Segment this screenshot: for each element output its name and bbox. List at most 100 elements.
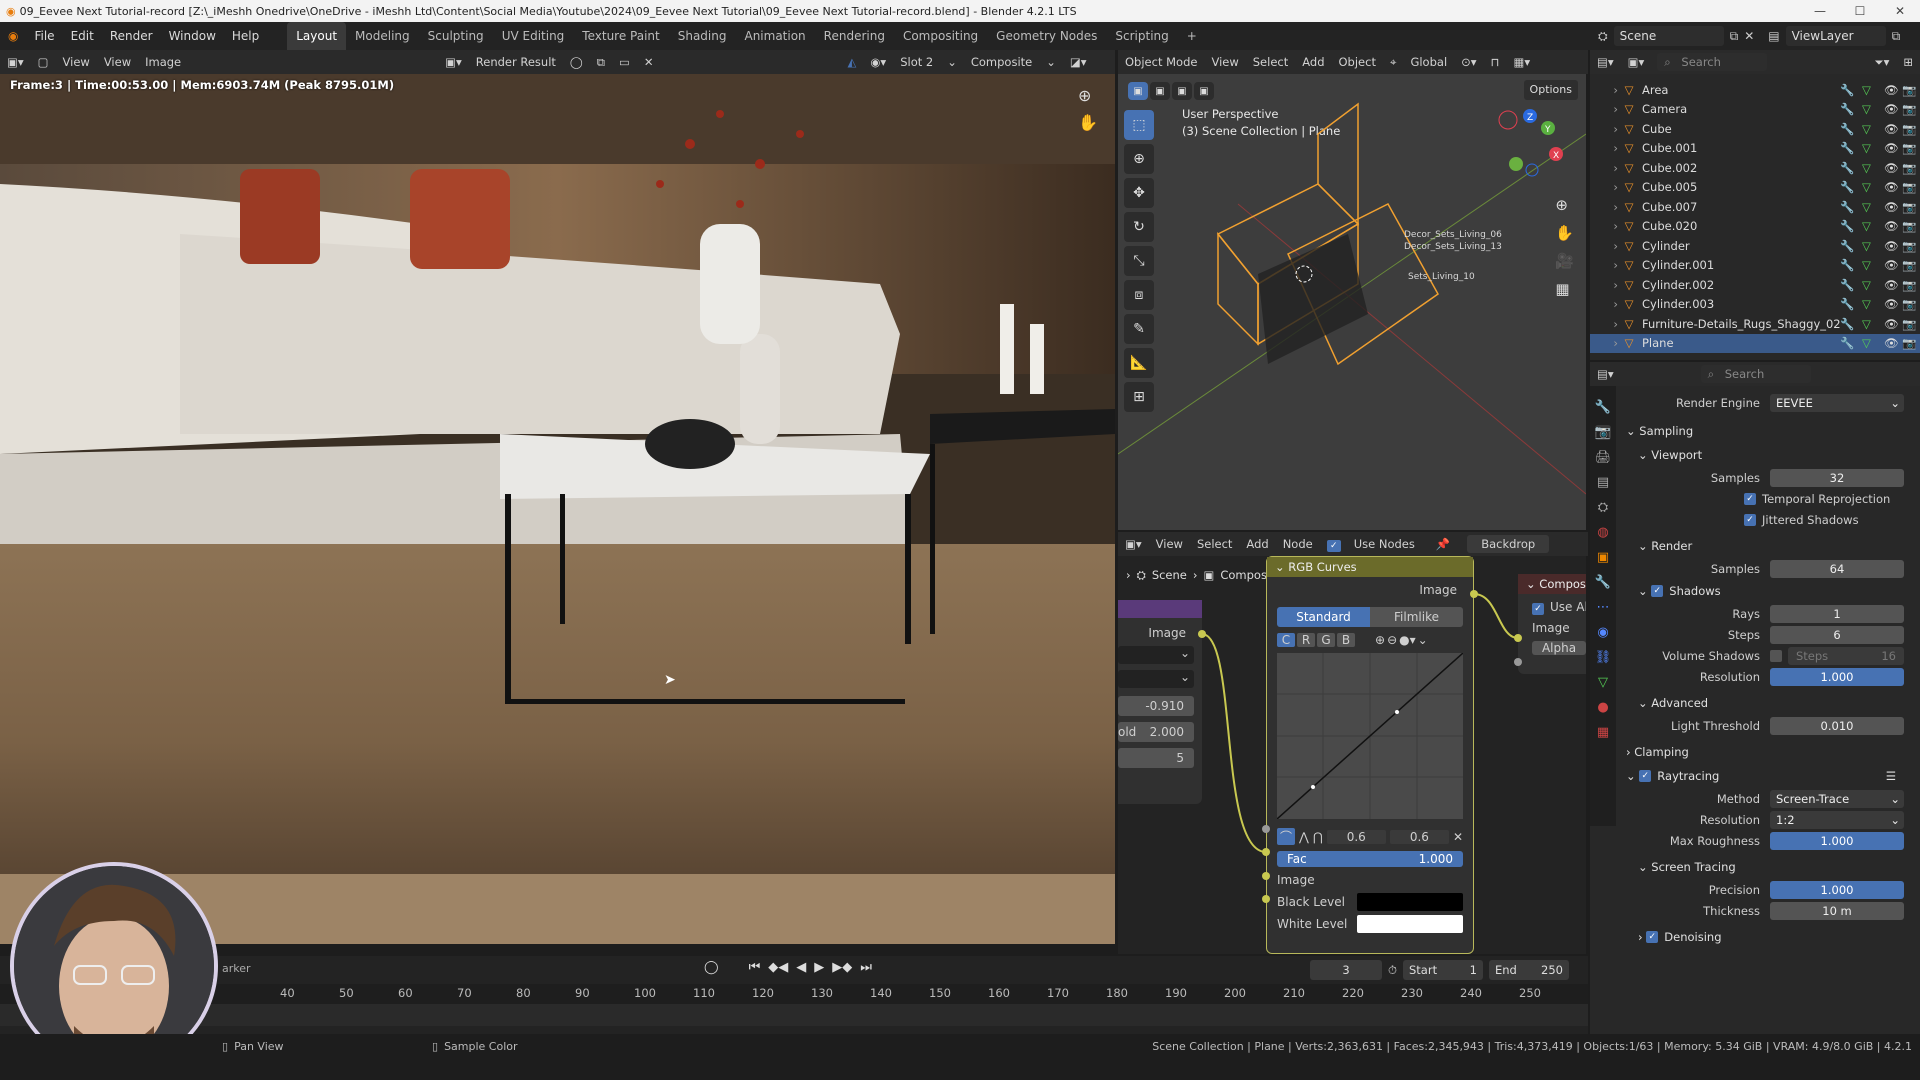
- minimize-icon[interactable]: —: [1800, 0, 1840, 22]
- camera-render-icon[interactable]: 📷: [1902, 141, 1920, 155]
- tab-animation[interactable]: Animation: [735, 22, 814, 50]
- uv-icon[interactable]: ◭: [841, 55, 864, 69]
- blender-menu-icon[interactable]: ◉: [0, 22, 26, 50]
- filter-icon[interactable]: ⏷▾: [1867, 55, 1896, 70]
- current-frame-field[interactable]: 3: [1310, 960, 1382, 980]
- tab-layout[interactable]: Layout: [287, 22, 347, 50]
- eye-icon[interactable]: 👁: [1884, 219, 1902, 233]
- camera-render-icon[interactable]: 📷: [1902, 161, 1920, 175]
- viewport-samples-field[interactable]: 32: [1770, 468, 1904, 487]
- next-keyframe-icon[interactable]: ▶◆: [832, 960, 852, 975]
- output-tab-icon[interactable]: 🖨: [1595, 450, 1612, 465]
- eye-icon[interactable]: 👁: [1884, 258, 1902, 272]
- temporal-reprojection-checkbox[interactable]: ✓ Temporal Reprojection: [1616, 488, 1920, 509]
- timeline-editor[interactable]: arker ◯ ⏮ ◆◀ ◀ ▶ ▶◆ ⏭ 3 ⏱ Start 1 End 250 …: [0, 956, 1588, 1034]
- rt-resolution-dropdown[interactable]: 1:2 ⌄: [1770, 810, 1904, 829]
- node-menu-add[interactable]: Add: [1239, 537, 1275, 551]
- chevron-right-icon[interactable]: ›: [1590, 258, 1618, 272]
- play-reverse-icon[interactable]: ◀: [796, 960, 806, 975]
- physics-tab-icon[interactable]: ◉: [1597, 625, 1608, 640]
- viewlayer-new-icon[interactable]: ⧉: [1892, 29, 1901, 44]
- tab-scripting[interactable]: Scripting: [1106, 22, 1177, 50]
- snap-icon[interactable]: ⊓: [1484, 55, 1507, 69]
- image-browse-icon[interactable]: ▣▾: [438, 55, 469, 69]
- outliner-item[interactable]: › ▽ Cube.020 🔧 ▽ 👁 📷: [1590, 217, 1920, 237]
- menu-help[interactable]: Help: [224, 22, 267, 50]
- chevron-right-icon[interactable]: ›: [1590, 200, 1618, 214]
- grid-icon[interactable]: ▦▾: [1507, 55, 1538, 69]
- add-workspace-icon[interactable]: +: [1178, 22, 1206, 50]
- tab-shading[interactable]: Shading: [669, 22, 736, 50]
- overlay-icon[interactable]: ◉▾: [863, 55, 893, 69]
- tab-modeling[interactable]: Modeling: [346, 22, 419, 50]
- chevron-right-icon[interactable]: ›: [1590, 278, 1618, 292]
- jittered-shadows-checkbox[interactable]: ✓ Jittered Shadows: [1616, 509, 1920, 530]
- camera-render-icon[interactable]: 📷: [1902, 336, 1920, 350]
- eye-icon[interactable]: 👁: [1884, 180, 1902, 194]
- steps-field[interactable]: 6: [1770, 625, 1904, 644]
- outliner-item[interactable]: › ▽ Furniture-Details_Rugs_Shaggy_02 🔧 ▽ 👁 📷: [1590, 314, 1920, 334]
- camera-render-icon[interactable]: 📷: [1902, 180, 1920, 194]
- outliner-item[interactable]: › ▽ Cylinder.002 🔧 ▽ 👁 📷: [1590, 275, 1920, 295]
- scene-tab-icon[interactable]: ⛭: [1598, 500, 1608, 515]
- outliner-item[interactable]: › ▽ Cylinder.001 🔧 ▽ 👁 📷: [1590, 256, 1920, 276]
- chevron-right-icon[interactable]: ›: [1590, 239, 1618, 253]
- outliner-item[interactable]: › ▽ Cube.005 🔧 ▽ 👁 📷: [1590, 178, 1920, 198]
- unlink-icon[interactable]: ✕: [637, 55, 661, 69]
- pass-dropdown[interactable]: Composite: [964, 55, 1039, 69]
- particles-tab-icon[interactable]: ⋯: [1597, 600, 1610, 615]
- marker-menu[interactable]: arker: [222, 962, 251, 975]
- image-view-menu[interactable]: View: [56, 55, 97, 69]
- camera-icon[interactable]: 🎥: [1555, 252, 1574, 270]
- shield-icon[interactable]: ◯: [563, 55, 590, 69]
- eye-icon[interactable]: 👁: [1884, 161, 1902, 175]
- chevron-right-icon[interactable]: ›: [1590, 317, 1618, 331]
- camera-render-icon[interactable]: 📷: [1902, 239, 1920, 253]
- zoom-icon[interactable]: ⊕: [1078, 86, 1098, 105]
- outliner-search-input[interactable]: ⌕ Search: [1657, 53, 1768, 71]
- backdrop-button[interactable]: Backdrop: [1467, 535, 1550, 553]
- camera-render-icon[interactable]: 📷: [1902, 83, 1920, 97]
- tab-texture-paint[interactable]: Texture Paint: [573, 22, 668, 50]
- render-result-field[interactable]: Render Result: [469, 55, 563, 69]
- grid-view-icon[interactable]: ▦: [1555, 280, 1574, 298]
- tab-geometry-nodes[interactable]: Geometry Nodes: [987, 22, 1106, 50]
- render-subsection[interactable]: ⌄ Render: [1616, 534, 1920, 558]
- max-roughness-slider[interactable]: 1.000: [1770, 831, 1904, 850]
- editor-type-icon[interactable]: ▣▾: [0, 55, 31, 69]
- chevron-right-icon[interactable]: ›: [1590, 83, 1618, 97]
- outliner-item[interactable]: › ▽ Cylinder.003 🔧 ▽ 👁 📷: [1590, 295, 1920, 315]
- outliner-item[interactable]: › ▽ Cube.002 🔧 ▽ 👁 📷: [1590, 158, 1920, 178]
- image-menu[interactable]: Image: [138, 55, 188, 69]
- object-mode-dropdown[interactable]: Object Mode: [1118, 55, 1204, 69]
- orientation-dropdown[interactable]: Global: [1403, 55, 1454, 69]
- tab-compositing[interactable]: Compositing: [894, 22, 987, 50]
- viewport-subsection[interactable]: ⌄ Viewport: [1616, 443, 1920, 467]
- outliner-item[interactable]: › ▽ Cube.007 🔧 ▽ 👁 📷: [1590, 197, 1920, 217]
- delete-scene-icon[interactable]: ✕: [1744, 29, 1754, 43]
- viewlayer-field[interactable]: ViewLayer: [1785, 26, 1886, 46]
- eye-icon[interactable]: 👁: [1884, 141, 1902, 155]
- volume-shadows-checkbox[interactable]: [1770, 649, 1782, 662]
- screen-tracing-subsection[interactable]: ⌄ Screen Tracing: [1616, 855, 1920, 879]
- slot-dropdown[interactable]: Slot 2: [893, 55, 940, 69]
- outliner-item[interactable]: › ▽ Camera 🔧 ▽ 👁 📷: [1590, 100, 1920, 120]
- denoising-subsection[interactable]: › ✓ Denoising: [1616, 925, 1920, 949]
- view-mode-icon[interactable]: ▢: [31, 55, 56, 69]
- menu-render[interactable]: Render: [102, 22, 161, 50]
- folder-icon[interactable]: ▭: [612, 55, 637, 69]
- new-scene-icon[interactable]: ⧉: [1730, 29, 1739, 44]
- raytracing-section[interactable]: ⌄ ✓ Raytracing ☰: [1616, 764, 1920, 788]
- camera-render-icon[interactable]: 📷: [1902, 258, 1920, 272]
- editor-type-icon[interactable]: ▤▾: [1590, 367, 1621, 381]
- render-engine-dropdown[interactable]: EEVEE ⌄: [1770, 393, 1904, 412]
- rays-field[interactable]: 1: [1770, 604, 1904, 623]
- data-tab-icon[interactable]: ▽: [1598, 675, 1608, 690]
- eye-icon[interactable]: 👁: [1884, 278, 1902, 292]
- texture-tab-icon[interactable]: ▦: [1597, 725, 1609, 740]
- chevron-right-icon[interactable]: ›: [1590, 102, 1618, 116]
- start-frame-field[interactable]: Start 1: [1402, 960, 1483, 980]
- chevron-right-icon[interactable]: ›: [1590, 336, 1618, 350]
- copy-icon[interactable]: ⧉: [590, 55, 612, 70]
- zoom-icon[interactable]: ⊕: [1555, 196, 1574, 214]
